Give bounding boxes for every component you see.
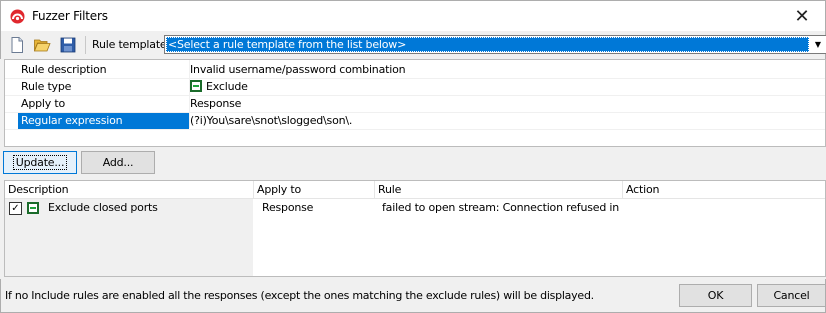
close-window-button[interactable]: ✕: [779, 1, 825, 31]
window-title: Fuzzer Filters: [32, 9, 108, 23]
property-name: Rule type: [21, 80, 72, 93]
list-header: Description Apply to Rule Action: [5, 181, 825, 199]
cancel-button-label: Cancel: [773, 289, 810, 302]
close-icon: ✕: [794, 5, 810, 27]
add-button-label: Add...: [102, 156, 134, 169]
property-value-container[interactable]: Exclude: [190, 79, 248, 95]
status-message: If no Include rules are enabled all the …: [5, 289, 594, 302]
app-logo-icon: [10, 9, 25, 24]
cancel-button[interactable]: Cancel: [757, 284, 826, 307]
open-folder-icon[interactable]: [33, 36, 51, 54]
rule-property-grid: Rule description Invalid username/passwo…: [4, 59, 826, 147]
rule-template-label: Rule template:: [92, 38, 171, 51]
rule-template-value: <Select a rule template from the list be…: [166, 37, 809, 52]
title-bar: Fuzzer Filters ✕: [0, 0, 826, 31]
exclude-icon: [190, 80, 202, 92]
property-value[interactable]: (?i)You\sare\snot\slogged\son\.: [190, 113, 352, 129]
update-button[interactable]: Update...: [3, 151, 77, 174]
rules-list: Description Apply to Rule Action ✓ Exclu…: [4, 180, 826, 277]
property-value: Exclude: [206, 80, 248, 93]
property-row-apply-to[interactable]: Apply to Response: [5, 96, 825, 113]
rule-template-dropdown[interactable]: <Select a rule template from the list be…: [164, 35, 826, 54]
property-name: Rule description: [21, 63, 107, 76]
column-header-action[interactable]: Action: [623, 181, 825, 199]
column-header-description[interactable]: Description: [5, 181, 254, 199]
ok-button-label: OK: [707, 289, 724, 302]
property-name: Regular expression: [18, 113, 189, 129]
property-value[interactable]: Response: [190, 96, 241, 112]
checkmark-icon: ✓: [11, 203, 20, 214]
new-file-icon[interactable]: [8, 36, 26, 54]
toolbar: Rule template: <Select a rule template f…: [0, 31, 826, 59]
save-disk-icon[interactable]: [59, 36, 77, 54]
property-name: Apply to: [21, 97, 65, 110]
list-item[interactable]: ✓ Exclude closed ports Response failed t…: [5, 199, 825, 275]
rule-enabled-checkbox[interactable]: ✓: [9, 202, 22, 215]
exclude-icon: [27, 202, 39, 214]
chevron-down-icon[interactable]: ▼: [810, 36, 826, 53]
bottom-bar: If no Include rules are enabled all the …: [0, 279, 826, 313]
property-value[interactable]: Invalid username/password combination: [190, 62, 406, 78]
property-row-description[interactable]: Rule description Invalid username/passwo…: [5, 62, 825, 79]
property-row-rule-type[interactable]: Rule type Exclude: [5, 79, 825, 96]
column-header-rule[interactable]: Rule: [375, 181, 623, 199]
property-row-regex[interactable]: Regular expression (?i)You\sare\snot\slo…: [5, 113, 825, 130]
toolbar-separator: [85, 36, 86, 54]
add-button[interactable]: Add...: [81, 151, 155, 174]
rule-description: Exclude closed ports: [48, 201, 158, 214]
rule-pattern: failed to open stream: Connection refuse…: [382, 201, 622, 214]
rule-apply-to: Response: [262, 201, 314, 214]
ok-button[interactable]: OK: [679, 284, 752, 307]
update-button-label: Update...: [12, 155, 68, 170]
column-header-apply-to[interactable]: Apply to: [254, 181, 375, 199]
